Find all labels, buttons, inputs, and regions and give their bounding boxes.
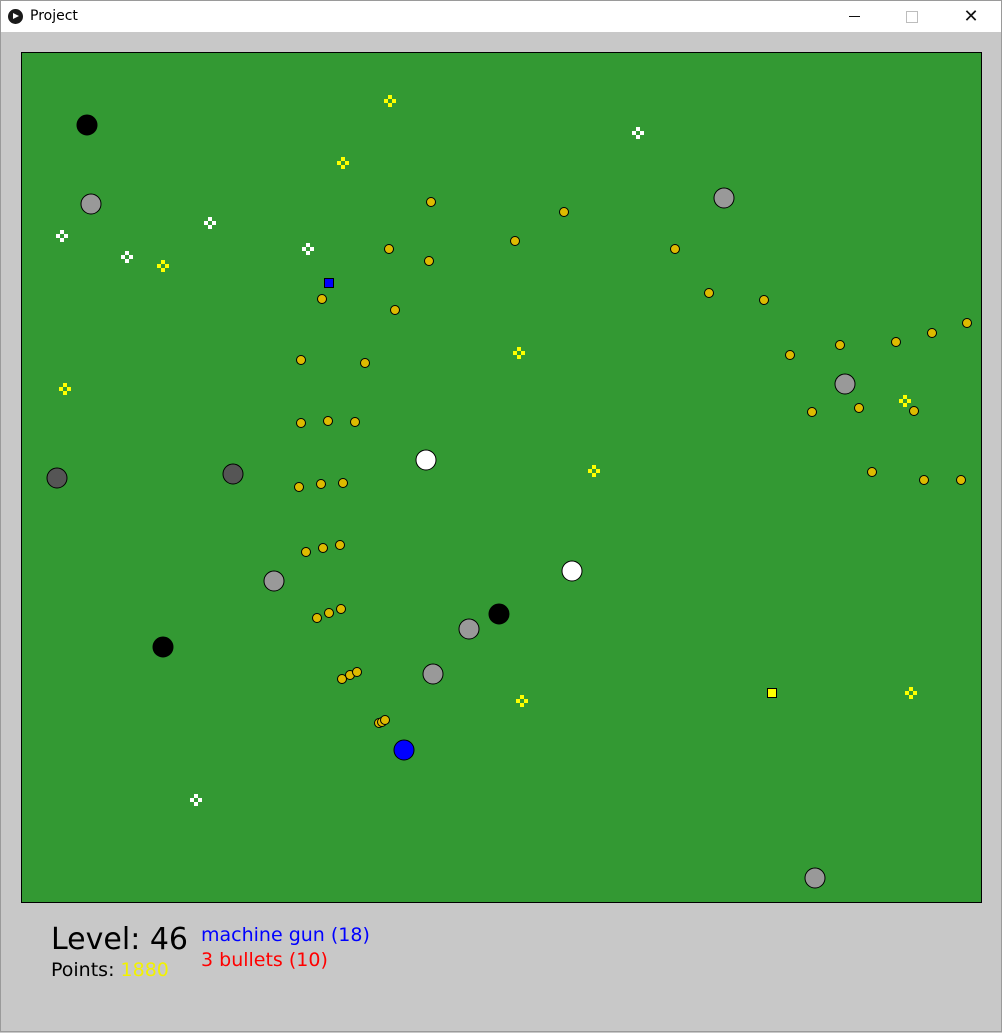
gray-enemy: [458, 618, 480, 640]
white-cross-powerup: [632, 127, 644, 139]
minimize-button[interactable]: [831, 1, 877, 32]
points-label: Points:: [51, 959, 115, 981]
coin: [891, 337, 901, 347]
gray-enemy: [713, 187, 735, 209]
coin: [335, 540, 345, 550]
dark-enemy: [46, 467, 68, 489]
coin: [318, 543, 328, 553]
coin: [296, 355, 306, 365]
coin: [390, 305, 400, 315]
gray-enemy: [422, 663, 444, 685]
maximize-icon: [906, 10, 918, 23]
player: [393, 739, 415, 761]
play-circle-icon: [8, 9, 23, 24]
yellow-cross-powerup: [59, 383, 71, 395]
coin: [380, 715, 390, 725]
coin: [424, 256, 434, 266]
game-canvas[interactable]: [22, 53, 981, 902]
close-button[interactable]: ✕: [948, 1, 994, 32]
game-field[interactable]: [21, 52, 982, 903]
coin: [919, 475, 929, 485]
yellow-cross-powerup: [588, 465, 600, 477]
hud-panel: Level: 46 Points: 1880 machine gun (18) …: [0, 905, 1000, 1025]
coin: [316, 479, 326, 489]
coin: [962, 318, 972, 328]
points-display: Points: 1880: [51, 959, 169, 981]
dark-enemy: [222, 463, 244, 485]
blue-ammo-box: [324, 278, 334, 288]
coin: [927, 328, 937, 338]
coin: [352, 667, 362, 677]
yellow-cross-powerup: [337, 157, 349, 169]
coin: [759, 295, 769, 305]
maximize-button[interactable]: [889, 1, 935, 32]
black-enemy: [488, 603, 510, 625]
yellow-item-box: [767, 688, 777, 698]
coin: [807, 407, 817, 417]
window-title: Project: [30, 8, 78, 24]
black-enemy: [152, 636, 174, 658]
coin: [324, 608, 334, 618]
white-cross-powerup: [56, 230, 68, 242]
window-titlebar: Project ✕: [0, 0, 1002, 32]
level-value: 46: [149, 922, 189, 957]
white-cross-powerup: [190, 794, 202, 806]
coin: [336, 604, 346, 614]
secondary-weapon-status: 3 bullets (10): [201, 949, 328, 971]
coin: [956, 475, 966, 485]
coin: [350, 417, 360, 427]
yellow-cross-powerup: [384, 95, 396, 107]
gray-enemy: [80, 193, 102, 215]
coin: [704, 288, 714, 298]
coin: [294, 482, 304, 492]
coin: [510, 236, 520, 246]
coin: [384, 244, 394, 254]
level-label: Level:: [51, 922, 141, 957]
primary-weapon-status: machine gun (18): [201, 924, 370, 946]
coin: [338, 478, 348, 488]
coin: [360, 358, 370, 368]
white-enemy: [561, 560, 583, 582]
coin: [317, 294, 327, 304]
white-cross-powerup: [121, 251, 133, 263]
white-enemy: [415, 449, 437, 471]
coin: [301, 547, 311, 557]
minimize-icon: [848, 16, 860, 17]
white-cross-powerup: [204, 217, 216, 229]
coin: [867, 467, 877, 477]
coin: [323, 416, 333, 426]
coin: [909, 406, 919, 416]
gray-enemy: [834, 373, 856, 395]
coin: [835, 340, 845, 350]
coin: [559, 207, 569, 217]
level-display: Level: 46: [51, 922, 188, 957]
coin: [312, 613, 322, 623]
coin: [670, 244, 680, 254]
points-value: 1880: [120, 959, 169, 981]
gray-enemy: [263, 570, 285, 592]
yellow-cross-powerup: [157, 260, 169, 272]
white-cross-powerup: [302, 243, 314, 255]
gray-enemy: [804, 867, 826, 889]
coin: [296, 418, 306, 428]
coin: [785, 350, 795, 360]
yellow-cross-powerup: [516, 695, 528, 707]
coin: [426, 197, 436, 207]
yellow-cross-powerup: [899, 395, 911, 407]
close-icon: ✕: [963, 6, 979, 27]
yellow-cross-powerup: [905, 687, 917, 699]
black-enemy: [76, 114, 98, 136]
coin: [854, 403, 864, 413]
yellow-cross-powerup: [513, 347, 525, 359]
